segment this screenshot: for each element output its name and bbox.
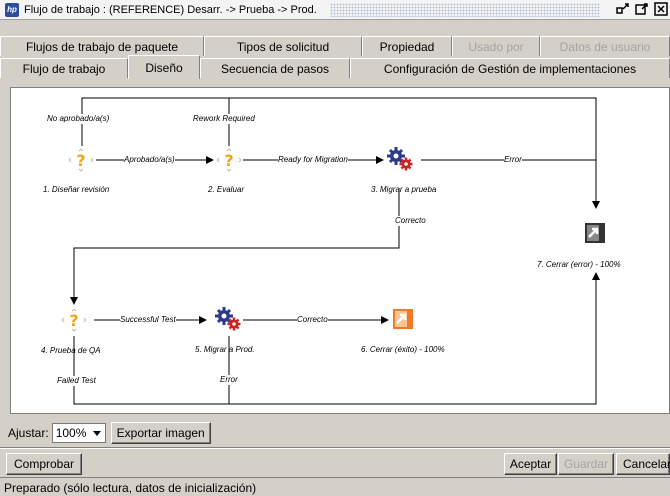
save-button[interactable]: Guardar bbox=[558, 453, 614, 475]
tab-flujo-de-trabajo[interactable]: Flujo de trabajo bbox=[0, 58, 128, 78]
title-bar: hp Flujo de trabajo : (REFERENCE) Desarr… bbox=[0, 0, 670, 20]
label-error-2[interactable]: Error bbox=[220, 375, 238, 385]
node-6-label[interactable]: 6. Cerrar (éxito) - 100% bbox=[361, 345, 445, 354]
zoom-value: 100% bbox=[55, 426, 87, 440]
svg-text:?: ? bbox=[69, 311, 78, 330]
label-rework-required[interactable]: Rework Required bbox=[193, 114, 255, 124]
window-title: Flujo de trabajo : (REFERENCE) Desarr. -… bbox=[24, 3, 317, 16]
cancel-button[interactable]: Cancelar bbox=[616, 453, 670, 475]
zoom-label: Ajustar: bbox=[8, 426, 49, 440]
label-correcto-2[interactable]: Correcto bbox=[297, 315, 328, 325]
tab-secuencia-de-pasos[interactable]: Secuencia de pasos bbox=[200, 58, 350, 78]
gears-execution-icon[interactable] bbox=[386, 146, 413, 171]
tab-configuracion-gestion-implementaciones[interactable]: Configuración de Gestión de implementaci… bbox=[350, 58, 670, 78]
label-successful-test[interactable]: Successful Test bbox=[120, 315, 176, 325]
label-no-aprobado[interactable]: No aprobado/a(s) bbox=[47, 114, 110, 124]
chevron-down-icon bbox=[92, 431, 101, 436]
tab-usado-por[interactable]: Usado por bbox=[452, 36, 540, 56]
node-7-label[interactable]: 7. Cerrar (error) - 100% bbox=[537, 260, 621, 269]
label-aprobado[interactable]: Aprobado/a(s) bbox=[124, 155, 175, 165]
connector-correcto-1 bbox=[70, 188, 400, 305]
status-bar: Preparado (sólo lectura, datos de inicia… bbox=[0, 477, 670, 496]
close-window-icon[interactable] bbox=[654, 2, 668, 16]
label-failed-test[interactable]: Failed Test bbox=[57, 376, 96, 386]
connector-failed-test bbox=[73, 272, 600, 405]
tab-datos-de-usuario[interactable]: Datos de usuario bbox=[540, 36, 670, 56]
node-3-label[interactable]: 3. Migrar a prueba bbox=[371, 185, 436, 194]
zoom-select[interactable]: 100% bbox=[51, 423, 106, 443]
restore-down-icon[interactable] bbox=[616, 2, 630, 16]
close-error-icon[interactable] bbox=[583, 221, 609, 245]
svg-text:?: ? bbox=[224, 151, 233, 170]
gears-execution-icon[interactable] bbox=[214, 306, 241, 331]
label-error-1[interactable]: Error bbox=[504, 155, 522, 165]
maximize-icon[interactable] bbox=[635, 2, 649, 16]
node-4-label[interactable]: 4. Prueba de QA bbox=[41, 346, 101, 355]
workflow-diagram-canvas[interactable]: No aprobado/a(s) Rework Required Aprobad… bbox=[10, 87, 670, 414]
connector-no-aprobado bbox=[81, 97, 600, 209]
tab-propiedad[interactable]: Propiedad bbox=[362, 36, 452, 56]
close-success-icon[interactable] bbox=[391, 307, 417, 331]
tab-flujos-de-trabajo-de-paquete[interactable]: Flujos de trabajo de paquete bbox=[0, 36, 204, 56]
node-2-label[interactable]: 2. Evaluar bbox=[208, 185, 244, 194]
zoom-toolbar: Ajustar: 100% Exportar imagen bbox=[8, 422, 211, 444]
node-5-label[interactable]: 5. Migrar a Prod. bbox=[195, 345, 255, 354]
divider-highlight bbox=[0, 448, 670, 449]
tab-row-bottom: Flujo de trabajo Diseño Secuencia de pas… bbox=[0, 55, 670, 79]
title-bar-grip[interactable] bbox=[330, 3, 600, 17]
check-button[interactable]: Comprobar bbox=[6, 453, 82, 475]
svg-text:?: ? bbox=[76, 151, 85, 170]
decision-question-icon[interactable]: ? bbox=[61, 308, 87, 332]
label-ready-for-migration[interactable]: Ready for Migration bbox=[278, 155, 348, 165]
decision-question-icon[interactable]: ? bbox=[216, 148, 242, 172]
label-correcto-1[interactable]: Correcto bbox=[395, 216, 426, 226]
accept-button[interactable]: Aceptar bbox=[504, 453, 557, 475]
tab-tipos-de-solicitud[interactable]: Tipos de solicitud bbox=[204, 36, 362, 56]
hp-logo-icon: hp bbox=[5, 2, 19, 17]
export-image-button[interactable]: Exportar imagen bbox=[110, 422, 211, 444]
node-1-label[interactable]: 1. Diseñar revisión bbox=[43, 185, 109, 194]
decision-question-icon[interactable]: ? bbox=[68, 148, 94, 172]
tab-diseno[interactable]: Diseño bbox=[128, 55, 200, 79]
workflow-connectors bbox=[70, 97, 600, 405]
tab-row-top: Flujos de trabajo de paquete Tipos de so… bbox=[0, 36, 670, 56]
